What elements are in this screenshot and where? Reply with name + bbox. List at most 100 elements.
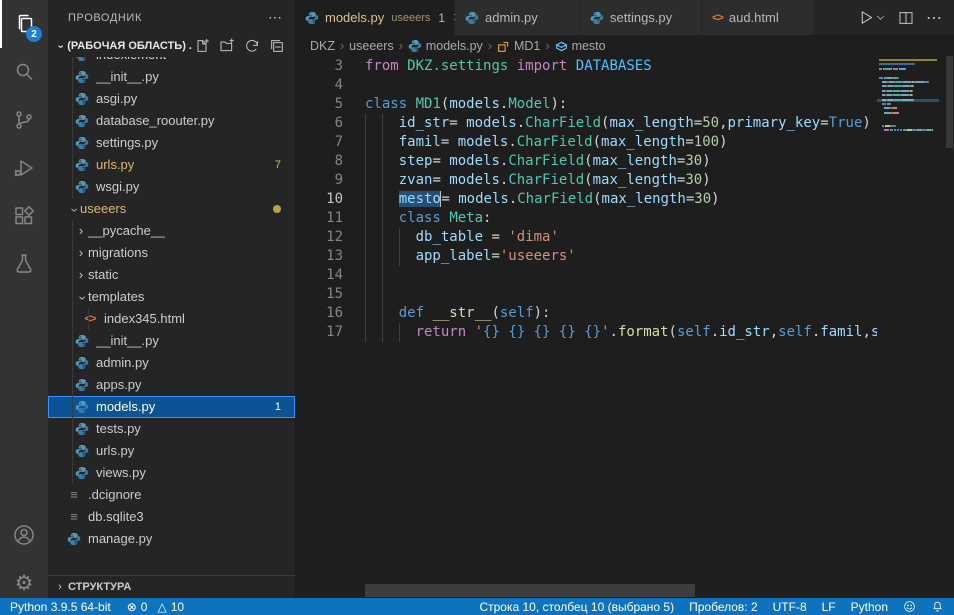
tree-item-database_roouter.py[interactable]: database_roouter.py xyxy=(48,110,295,132)
file-label: manage.py xyxy=(88,528,152,550)
python-file-icon xyxy=(74,114,90,128)
tree-item-views.py[interactable]: views.py xyxy=(48,462,295,484)
code-line-6[interactable]: 6 id_str= models.CharField(max_length=50… xyxy=(295,114,954,133)
new-folder-icon[interactable] xyxy=(217,36,237,56)
status-interpreter[interactable]: Python 3.9.5 64-bit xyxy=(10,600,111,614)
indent-guide xyxy=(72,220,73,484)
tab-models.py[interactable]: models.pyuseeers1× xyxy=(295,0,455,35)
token: class xyxy=(399,210,441,226)
vertical-scrollbar-slider[interactable] xyxy=(946,56,953,148)
activity-explorer-icon[interactable]: 2 xyxy=(0,0,48,48)
token xyxy=(508,58,516,74)
status-notifications[interactable] xyxy=(931,600,944,613)
token: ): xyxy=(534,305,551,321)
indent-guide xyxy=(365,266,366,285)
tree-item-indexlement[interactable]: indexlement xyxy=(48,57,295,66)
horizontal-scrollbar[interactable] xyxy=(365,584,877,597)
code-line-10[interactable]: 10 mesto= models.CharField(max_length=30… xyxy=(295,190,954,209)
tree-item-asgi.py[interactable]: asgi.py xyxy=(48,88,295,110)
code-line-3[interactable]: 3from DKZ.settings import DATABASES xyxy=(295,57,954,76)
activity-extensions-icon[interactable] xyxy=(0,192,48,240)
code-line-15[interactable]: 15 xyxy=(295,285,954,304)
code-line-12[interactable]: 12 db_table = 'dima' xyxy=(295,228,954,247)
tree-item-models.py[interactable]: models.py1 xyxy=(48,396,295,418)
tree-item-manage.py[interactable]: manage.py xyxy=(48,528,295,550)
run-icon[interactable] xyxy=(858,9,886,26)
chevron-down-icon[interactable]: › xyxy=(66,198,80,220)
tree-item-wsgi.py[interactable]: wsgi.py xyxy=(48,176,295,198)
tree-item-urls.py[interactable]: urls.py xyxy=(48,440,295,462)
code-line-14[interactable]: 14 xyxy=(295,266,954,285)
code-line-4[interactable]: 4 xyxy=(295,76,954,95)
symbol-field-icon xyxy=(555,40,568,53)
workspace-section-header[interactable]: › (РАБОЧАЯ ОБЛАСТЬ) ... xyxy=(48,35,295,57)
split-editor-icon[interactable] xyxy=(898,10,914,26)
collapse-all-icon[interactable] xyxy=(267,36,287,56)
tree-item-tests.py[interactable]: tests.py xyxy=(48,418,295,440)
code-line-7[interactable]: 7 famil= models.CharField(max_length=100… xyxy=(295,133,954,152)
line-number: 15 xyxy=(295,285,343,304)
tab-admin.py[interactable]: admin.py xyxy=(455,0,580,35)
activity-search-icon[interactable] xyxy=(0,48,48,96)
minimap[interactable] xyxy=(877,57,945,583)
status-cursor-position[interactable]: Строка 10, столбец 10 (выбрано 5) xyxy=(479,600,674,614)
breadcrumb-item-models.py[interactable]: models.py xyxy=(408,39,483,53)
breadcrumb-item-DKZ[interactable]: DKZ xyxy=(310,39,335,53)
activity-testing-icon[interactable] xyxy=(0,240,48,288)
code-line-5[interactable]: 5class MD1(models.Model): xyxy=(295,95,954,114)
status-encoding[interactable]: UTF-8 xyxy=(773,600,807,614)
tree-folder-__pycache__[interactable]: ›__pycache__ xyxy=(48,220,295,242)
chevron-right-icon[interactable]: › xyxy=(74,220,88,242)
new-file-icon[interactable] xyxy=(192,36,212,56)
chevron-right-icon[interactable]: › xyxy=(74,264,88,286)
tree-item-admin.py[interactable]: admin.py xyxy=(48,352,295,374)
tree-item-__init__.py[interactable]: __init__.py xyxy=(48,66,295,88)
tree-folder-static[interactable]: ›static xyxy=(48,264,295,286)
status-feedback[interactable] xyxy=(903,600,916,613)
tree-folder-templates[interactable]: ›templates xyxy=(48,286,295,308)
refresh-icon[interactable] xyxy=(242,36,262,56)
tree-item-db.sqlite3[interactable]: ≡db.sqlite3 xyxy=(48,506,295,528)
code-line-11[interactable]: 11 class Meta: xyxy=(295,209,954,228)
status-indentation[interactable]: Пробелов: 2 xyxy=(689,600,758,614)
tree-item-settings.py[interactable]: settings.py xyxy=(48,132,295,154)
tree-item-urls.py[interactable]: urls.py7 xyxy=(48,154,295,176)
code-line-16[interactable]: 16 def __str__(self): xyxy=(295,304,954,323)
tab-settings.py[interactable]: settings.py xyxy=(580,0,702,35)
breadcrumb-item-MD1[interactable]: MD1 xyxy=(497,39,540,53)
code-line-8[interactable]: 8 step= models.CharField(max_length=30) xyxy=(295,152,954,171)
tab-aud.html[interactable]: <>aud.html xyxy=(702,0,814,35)
activity-run-debug-icon[interactable] xyxy=(0,144,48,192)
vertical-scrollbar[interactable] xyxy=(945,36,954,583)
tree-item-.dcignore[interactable]: ≡.dcignore xyxy=(48,484,295,506)
more-actions-icon[interactable]: ⋯ xyxy=(268,9,283,26)
breadcrumb-separator: › xyxy=(399,39,403,53)
status-eol[interactable]: LF xyxy=(822,600,836,614)
tree-item-__init__.py[interactable]: __init__.py xyxy=(48,330,295,352)
status-language-mode[interactable]: Python xyxy=(851,600,888,614)
code-line-17[interactable]: 17 return '{} {} {} {} {}'.format(self.i… xyxy=(295,323,954,342)
code-editor[interactable]: 3from DKZ.settings import DATABASES4 5cl… xyxy=(295,57,954,598)
token: = xyxy=(432,153,449,169)
outline-section-header[interactable]: › СТРУКТУРА xyxy=(48,575,295,598)
chevron-right-icon[interactable]: › xyxy=(74,242,88,264)
tree-item-index345.html[interactable]: <>index345.html xyxy=(48,308,295,330)
code-line-9[interactable]: 9 zvan= models.CharField(max_length=30) xyxy=(295,171,954,190)
breadcrumb-item-useeers[interactable]: useeers xyxy=(349,39,393,53)
indent-guide xyxy=(382,266,383,285)
chevron-down-icon[interactable]: › xyxy=(74,286,88,308)
breadcrumb-item-mesto[interactable]: mesto xyxy=(555,39,606,53)
token: def xyxy=(399,305,424,321)
activity-account-icon[interactable] xyxy=(0,511,48,559)
more-actions-icon[interactable]: ⋯ xyxy=(926,8,942,28)
tree-folder-migrations[interactable]: ›migrations xyxy=(48,242,295,264)
horizontal-scrollbar-slider[interactable] xyxy=(365,584,695,597)
line-content: id_str= models.CharField(max_length=50,p… xyxy=(365,114,871,133)
tree-item-apps.py[interactable]: apps.py xyxy=(48,374,295,396)
activity-source-control-icon[interactable] xyxy=(0,96,48,144)
tree-folder-useeers[interactable]: ›useeers xyxy=(48,198,295,220)
status-problems[interactable]: ⊗0△10 xyxy=(127,600,184,614)
indent-guide xyxy=(382,304,383,323)
code-line-13[interactable]: 13 app_label='useeers' xyxy=(295,247,954,266)
clipped-tree-item[interactable]: indexlement xyxy=(48,57,295,66)
